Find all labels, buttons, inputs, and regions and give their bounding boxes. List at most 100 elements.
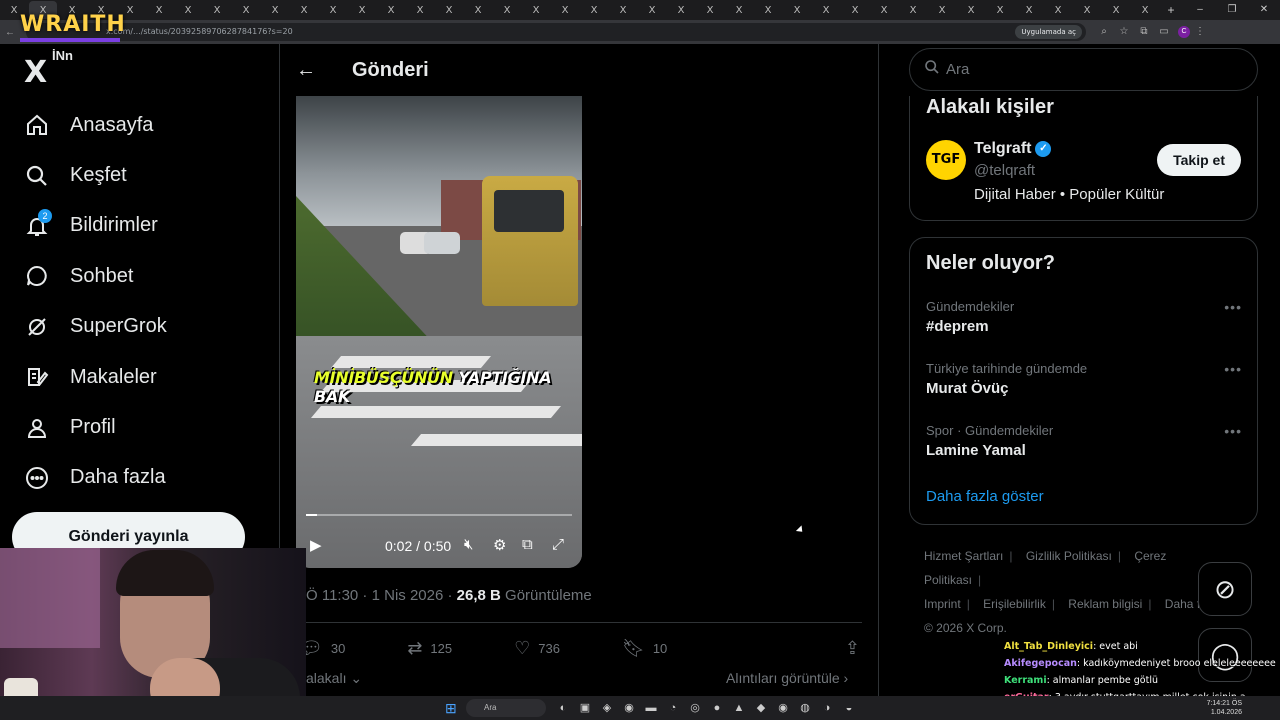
browser-tab[interactable]: X [406, 1, 434, 19]
browser-tab[interactable]: X [754, 1, 782, 19]
view-quotes-link[interactable]: Alıntıları görüntüle › [726, 670, 848, 686]
browser-tab[interactable]: X [1015, 1, 1043, 19]
app-icon[interactable]: ◒ [838, 699, 860, 717]
browser-tab[interactable]: X [783, 1, 811, 19]
browser-tab[interactable]: X [638, 1, 666, 19]
taskbar-search[interactable]: Ara [466, 699, 546, 717]
browser-tab[interactable]: X [464, 1, 492, 19]
more-options-icon[interactable]: ••• [1224, 299, 1242, 315]
browser-tab[interactable]: X [812, 1, 840, 19]
play-icon[interactable]: ▶ [310, 536, 322, 554]
steam-icon[interactable]: ● [706, 699, 728, 717]
more-options-icon[interactable]: ••• [1224, 423, 1242, 439]
trend-item[interactable]: Türkiye tarihinde gündemde Murat Övüç ••… [926, 361, 1242, 397]
browser-tab[interactable]: X [522, 1, 550, 19]
picture-in-picture-icon[interactable]: ⧉ [522, 536, 533, 553]
url-field[interactable]: x.com/.../status/2039258970628784176?s=2… [26, 23, 1086, 41]
edge-icon[interactable]: ◔ [662, 699, 684, 717]
app-icon[interactable]: ◈ [596, 699, 618, 717]
open-in-app-button[interactable]: Uygulamada aç [1015, 25, 1082, 39]
search-box[interactable] [909, 48, 1258, 91]
chrome-icon[interactable]: ◉ [772, 699, 794, 717]
share-icon[interactable]: ⇪ [845, 638, 860, 659]
browser-tab[interactable]: X [870, 1, 898, 19]
follow-button[interactable]: Takip et [1157, 144, 1241, 176]
browser-tab[interactable]: X [1102, 1, 1130, 19]
mute-icon[interactable]: 🔇︎ [464, 536, 473, 553]
browser-tab[interactable]: X [725, 1, 753, 19]
search-input[interactable] [946, 61, 1226, 78]
task-view-icon[interactable]: ▣ [574, 699, 596, 717]
app-icon[interactable]: ◑ [816, 699, 838, 717]
browser-tab[interactable]: X [145, 1, 173, 19]
new-tab-button[interactable]: + [1160, 3, 1182, 17]
person-name[interactable]: Telgraft ✓ [974, 140, 1052, 158]
discord-icon[interactable]: ◎ [684, 699, 706, 717]
sidebar-item-articles[interactable]: Makaleler [0, 352, 270, 402]
trend-item[interactable]: Spor · Gündemdekiler Lamine Yamal ••• [926, 423, 1242, 459]
bookmark-button[interactable]: 🔖︎ 10 [622, 638, 667, 659]
minimize-button[interactable]: – [1184, 0, 1216, 20]
app-icon[interactable]: ▲ [728, 699, 750, 717]
trend-item[interactable]: Gündemdekiler #deprem ••• [926, 299, 1242, 335]
spotify-icon[interactable]: ◍ [794, 699, 816, 717]
footer-link[interactable]: Reklam bilgisi [1068, 597, 1142, 611]
browser-tab[interactable]: X [232, 1, 260, 19]
browser-tab[interactable]: X [986, 1, 1014, 19]
reply-button[interactable]: 💬︎ 30 [300, 638, 345, 659]
footer-link[interactable]: Imprint [924, 597, 961, 611]
back-arrow-icon[interactable]: ← [296, 59, 320, 82]
close-window-button[interactable]: ✕ [1248, 0, 1280, 20]
more-options-icon[interactable]: ••• [1224, 361, 1242, 377]
browser-tab[interactable]: X [1073, 1, 1101, 19]
repost-button[interactable]: ⇄ 125 [407, 638, 452, 659]
sidebar-item-notifications[interactable]: 2 Bildirimler [0, 201, 270, 251]
zoom-icon[interactable]: ⌕ [1094, 26, 1114, 38]
browser-tab[interactable]: X [290, 1, 318, 19]
sidebar-icon[interactable]: ▭ [1154, 26, 1174, 38]
browser-tab[interactable]: X [203, 1, 231, 19]
sidebar-item-home[interactable]: Anasayfa [0, 100, 270, 150]
windows-start-icon[interactable]: ⊞ [445, 700, 457, 717]
folder-icon[interactable]: ▬ [640, 699, 662, 717]
chrome-icon[interactable]: ◉ [618, 699, 640, 717]
settings-gear-icon[interactable]: ⚙ [493, 536, 506, 554]
app-icon[interactable]: ◆ [750, 699, 772, 717]
browser-tab[interactable]: X [551, 1, 579, 19]
sidebar-item-profile[interactable]: Profil [0, 402, 270, 452]
tray-clock[interactable]: 7:14:21 ÖS 1.04.2026 [1180, 699, 1242, 717]
browser-back-icon[interactable]: ← [0, 27, 20, 38]
browser-tab[interactable]: X [899, 1, 927, 19]
browser-tab[interactable]: X [609, 1, 637, 19]
browser-tab[interactable]: X [377, 1, 405, 19]
footer-link[interactable]: Hizmet Şartları [924, 549, 1003, 563]
footer-link[interactable]: Erişilebilirlik [983, 597, 1046, 611]
maximize-button[interactable]: ❐ [1216, 0, 1248, 20]
x-logo[interactable]: X [24, 55, 47, 90]
browser-tab[interactable]: X [348, 1, 376, 19]
sidebar-item-supergrok[interactable]: SuperGrok [0, 302, 270, 352]
browser-tab[interactable]: X [174, 1, 202, 19]
browser-tab[interactable]: X [435, 1, 463, 19]
browser-tab[interactable]: X [667, 1, 695, 19]
browser-tab[interactable]: X [696, 1, 724, 19]
bookmark-star-icon[interactable]: ☆ [1114, 26, 1134, 38]
sidebar-item-more[interactable]: Daha fazla [0, 453, 270, 503]
browser-tab[interactable]: X [928, 1, 956, 19]
sidebar-item-explore[interactable]: Keşfet [0, 150, 270, 200]
extensions-icon[interactable]: ⧉ [1134, 26, 1154, 38]
video-progress-bar[interactable] [306, 514, 572, 516]
browser-tab[interactable]: X [1044, 1, 1072, 19]
menu-icon[interactable]: ⋮ [1190, 26, 1210, 38]
widgets-icon[interactable]: ◐ [552, 699, 574, 717]
like-button[interactable]: ♡ 736 [514, 638, 560, 659]
browser-tab[interactable]: X [319, 1, 347, 19]
grok-float-button[interactable]: ⊘ [1198, 562, 1252, 616]
show-more-link[interactable]: Daha fazla göster [926, 488, 1044, 505]
browser-tab[interactable]: X [957, 1, 985, 19]
related-posts-link[interactable]: alakalı ⌄ [306, 670, 362, 687]
sidebar-item-chat[interactable]: Sohbet [0, 251, 270, 301]
fullscreen-icon[interactable]: ⤢ [552, 536, 564, 553]
browser-tab[interactable]: X [261, 1, 289, 19]
profile-avatar[interactable]: C [1178, 26, 1190, 38]
